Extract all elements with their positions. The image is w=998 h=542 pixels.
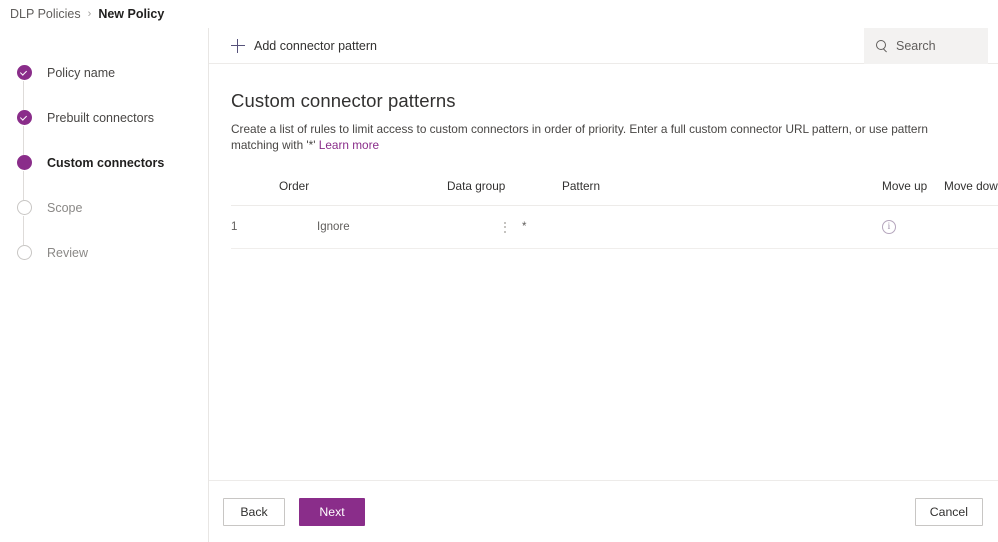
breadcrumb-link-dlp-policies[interactable]: DLP Policies <box>10 7 81 21</box>
empty-circle-icon <box>16 245 32 260</box>
cancel-button[interactable]: Cancel <box>914 497 983 526</box>
sidebar-item-policy-name[interactable]: Policy name <box>16 50 208 95</box>
table-header-row: Order Data group Pattern Move up Move do… <box>231 179 998 206</box>
step-indicator-custom-connectors <box>16 154 32 171</box>
page-description: Create a list of rules to limit access t… <box>231 121 976 153</box>
search-box[interactable] <box>864 28 988 64</box>
command-bar: Add connector pattern <box>209 28 998 64</box>
data-group-cell-inner: Ignore <box>317 219 522 235</box>
connector-pattern-table: Order Data group Pattern Move up Move do… <box>231 179 998 249</box>
check-icon <box>16 110 32 125</box>
column-header-move-down: Move down <box>944 179 998 206</box>
current-step-dot-icon <box>16 155 32 170</box>
table-row[interactable]: 1 Ignore * i <box>231 205 998 249</box>
table-header: Order Data group Pattern Move up Move do… <box>231 179 998 206</box>
data-group-value: Ignore <box>317 221 350 233</box>
dlp-new-policy-wizard: DLP Policies › New Policy Policy name Pr… <box>0 0 998 542</box>
sidebar-item-label: Review <box>47 245 88 260</box>
cell-pattern: * <box>522 205 787 249</box>
empty-circle-icon <box>16 200 32 215</box>
breadcrumb-separator-icon: › <box>87 8 92 20</box>
content-area: Custom connector patterns Create a list … <box>209 64 998 508</box>
learn-more-link[interactable]: Learn more <box>319 138 379 152</box>
cell-data-group: Ignore <box>317 205 522 249</box>
sidebar-item-custom-connectors[interactable]: Custom connectors <box>16 140 208 185</box>
back-button[interactable]: Back <box>223 497 285 526</box>
vertical-ellipsis-icon[interactable] <box>498 219 512 235</box>
table-body: 1 Ignore * i <box>231 205 998 249</box>
main-panel: Add connector pattern Custom connector p… <box>209 28 998 542</box>
add-connector-pattern-button[interactable]: Add connector pattern <box>209 28 389 64</box>
sidebar-item-label: Prebuilt connectors <box>47 110 155 125</box>
wizard-footer: Back Next Cancel <box>209 480 998 542</box>
sidebar-item-review[interactable]: Review <box>16 230 208 275</box>
cell-spacer <box>787 205 882 249</box>
column-header-move-up: Move up <box>882 179 944 206</box>
page-title: Custom connector patterns <box>231 90 456 111</box>
column-header-pattern: Pattern <box>522 179 787 206</box>
info-icon[interactable]: i <box>882 220 896 235</box>
plus-icon <box>231 38 245 53</box>
step-indicator-prebuilt-connectors <box>16 109 32 126</box>
sidebar-item-scope[interactable]: Scope <box>16 185 208 230</box>
ellipsis-dot <box>504 226 506 228</box>
ellipsis-dot <box>504 221 506 224</box>
sidebar-item-prebuilt-connectors[interactable]: Prebuilt connectors <box>16 95 208 140</box>
search-icon <box>876 40 888 52</box>
step-indicator-scope <box>16 199 32 216</box>
ellipsis-dot <box>504 230 506 233</box>
column-header-data-group: Data group <box>317 179 522 206</box>
check-icon <box>16 65 32 80</box>
breadcrumb: DLP Policies › New Policy <box>0 0 998 28</box>
add-connector-pattern-label: Add connector pattern <box>254 38 377 53</box>
sidebar-item-label: Policy name <box>47 65 116 80</box>
wizard-step-list: Policy name Prebuilt connectors Custom c… <box>16 50 208 275</box>
cell-order: 1 <box>231 205 317 249</box>
breadcrumb-current-new-policy: New Policy <box>98 7 165 21</box>
sidebar-item-label: Scope <box>47 200 83 215</box>
next-button[interactable]: Next <box>299 497 365 526</box>
wizard-sidebar: Policy name Prebuilt connectors Custom c… <box>0 28 209 542</box>
pattern-value: * <box>522 221 527 233</box>
cell-move-up: i <box>882 205 944 249</box>
sidebar-item-label: Custom connectors <box>47 155 165 170</box>
cell-move-down <box>944 205 998 249</box>
step-indicator-policy-name <box>16 64 32 81</box>
search-input[interactable] <box>896 39 986 53</box>
column-header-spacer <box>787 179 882 206</box>
column-header-order: Order <box>231 179 317 206</box>
step-indicator-review <box>16 244 32 261</box>
